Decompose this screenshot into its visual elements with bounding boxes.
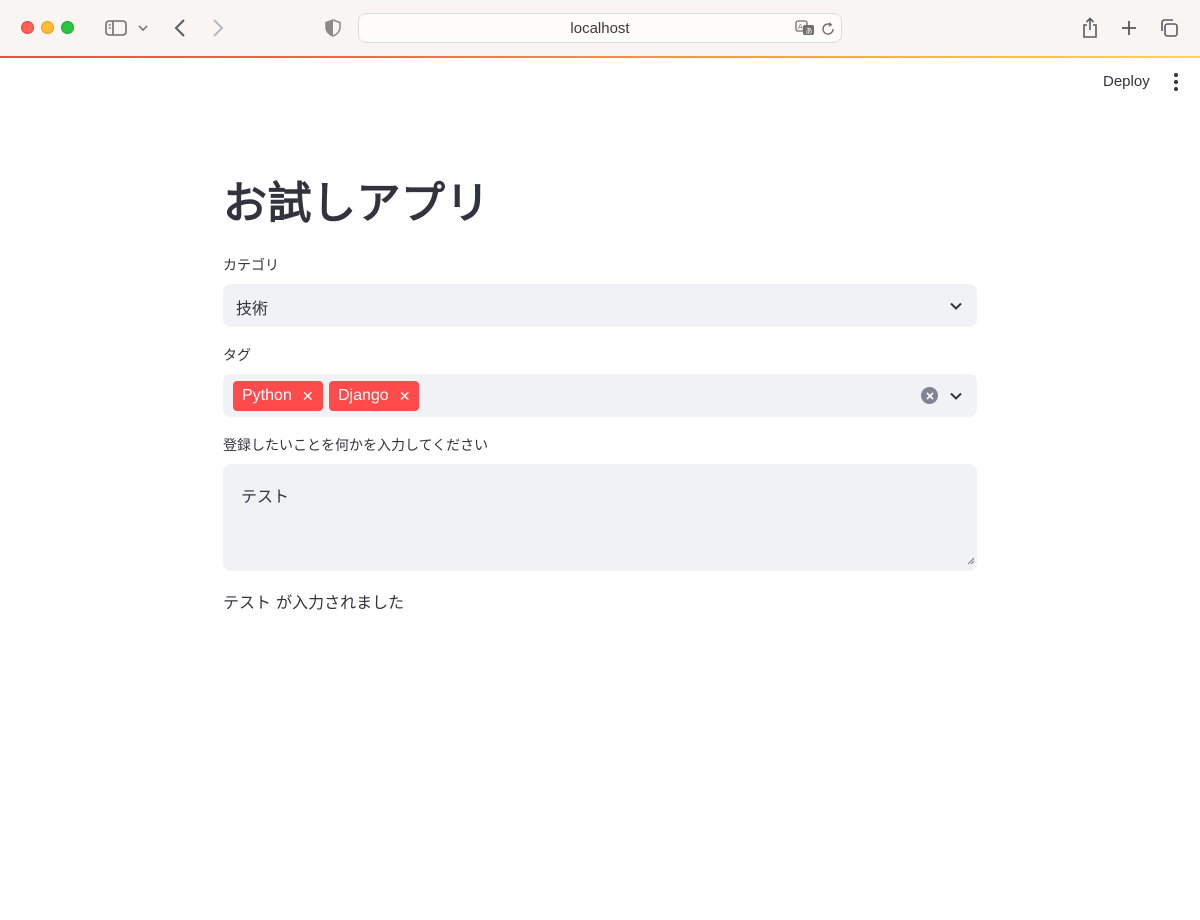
resize-handle-icon[interactable]: [967, 550, 975, 569]
tab-overview-icon[interactable]: [1158, 14, 1180, 42]
main-menu-icon[interactable]: [1168, 72, 1184, 92]
main-content: お試しアプリ カテゴリ 技術 タグ Python ✕ Django ✕ 登録した…: [223, 170, 977, 613]
tag-chip-label: Django: [338, 387, 389, 404]
forward-icon[interactable]: [208, 14, 228, 42]
remove-tag-icon[interactable]: ✕: [302, 388, 314, 405]
tag-chip-django: Django ✕: [329, 381, 420, 411]
minimize-window-button[interactable]: [41, 21, 54, 34]
tags-label: タグ: [223, 348, 251, 364]
sidebar-toggle-icon[interactable]: [104, 14, 128, 42]
tag-chip-python: Python ✕: [233, 381, 323, 411]
browser-toolbar: localhost Aあ: [0, 0, 1200, 56]
address-bar[interactable]: localhost Aあ: [358, 13, 842, 43]
reload-icon[interactable]: [821, 21, 835, 40]
zoom-window-button[interactable]: [61, 21, 74, 34]
chevron-down-icon[interactable]: [137, 14, 149, 42]
back-icon[interactable]: [170, 14, 190, 42]
translate-icon[interactable]: Aあ: [795, 20, 815, 40]
category-label: カテゴリ: [223, 258, 279, 274]
category-value: 技術: [236, 299, 269, 318]
input-label: 登録したいことを何かを入力してください: [223, 438, 489, 454]
text-input-value: テスト: [241, 487, 290, 506]
output-text: テスト が入力されました: [223, 593, 405, 612]
category-select[interactable]: 技術: [223, 284, 977, 327]
remove-tag-icon[interactable]: ✕: [399, 388, 411, 405]
text-input-area[interactable]: テスト: [223, 464, 977, 571]
share-icon[interactable]: [1080, 14, 1100, 42]
svg-text:A: A: [798, 23, 803, 31]
chevron-down-icon[interactable]: [949, 388, 963, 407]
clear-all-icon[interactable]: [921, 387, 938, 404]
page-title: お試しアプリ: [223, 178, 490, 229]
tag-chip-label: Python: [242, 387, 292, 404]
privacy-shield-icon[interactable]: [324, 14, 342, 42]
chevron-down-icon[interactable]: [949, 298, 963, 317]
svg-text:あ: あ: [806, 27, 813, 35]
new-tab-icon[interactable]: [1119, 14, 1139, 42]
app-decoration-bar: [0, 56, 1200, 58]
deploy-button[interactable]: Deploy: [1093, 71, 1160, 92]
url-text: localhost: [570, 20, 630, 37]
close-window-button[interactable]: [21, 21, 34, 34]
tags-multiselect[interactable]: Python ✕ Django ✕: [223, 374, 977, 417]
